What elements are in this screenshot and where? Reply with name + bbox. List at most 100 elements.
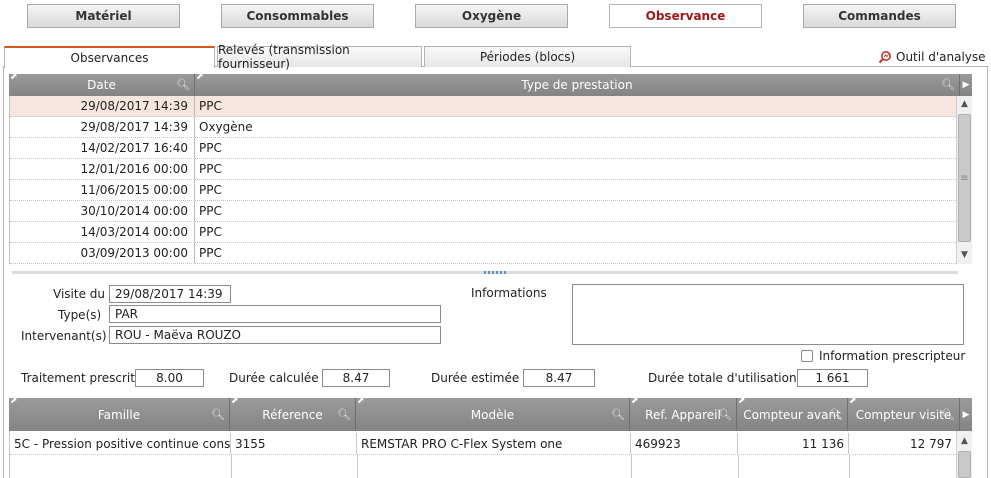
nav-commandes-button[interactable]: Commandes [803,4,956,28]
column-header-type[interactable]: ⬈ Type de prestation 🔍︎ [195,72,960,96]
column-header-reference-label: Réference [262,407,323,422]
column-header-compteur-visite-label: Compteur visite [855,407,952,422]
table-row[interactable]: 14/02/2017 16:40 PPC [10,138,956,159]
cell-famille: 5C - Pression positive continue constant… [10,433,231,454]
magnifier-icon[interactable]: 🔍︎ [718,408,732,421]
outil-analyse-link[interactable]: Outil d'analyse [878,49,986,65]
pin-icon: ⬈ [196,72,204,82]
tab-periodes[interactable]: Périodes (blocs) [424,46,631,67]
traitement-label: Traitement prescrit [21,371,135,385]
nav-materiel-button[interactable]: Matériel [27,4,180,28]
observances-grid-header: ⬈ Date 🔍︎ ⬈ Type de prestation 🔍︎ ▶ [9,72,972,96]
pin-icon: ⬈ [231,396,239,406]
cell-date: 29/08/2017 14:39 [10,117,195,137]
devices-scrollbar[interactable]: ▲ [956,431,972,478]
cell-date: 30/10/2014 00:00 [10,201,195,221]
table-row[interactable]: 14/03/2014 00:00 PPC [10,222,956,243]
duree-totale-field[interactable]: 1 661 [797,369,868,387]
cell-compteur-visite: 12 797 [849,433,957,454]
traitement-field[interactable]: 8.00 [135,369,204,387]
column-header-compteur-visite[interactable]: ⬈ Compteur visite 🔍︎ [848,396,960,431]
cell-type-prestation: PPC [199,246,222,260]
scroll-up-icon[interactable]: ▲ [957,433,972,449]
magnifier-icon[interactable]: 🔍︎ [337,408,351,421]
column-header-date[interactable]: ⬈ Date 🔍︎ [9,72,195,96]
duree-calculee-label: Durée calculée [229,371,319,385]
pin-icon: ⬈ [10,396,18,406]
visite-label: Visite du [53,287,105,301]
table-row[interactable]: 11/06/2015 00:00 PPC [10,180,956,201]
scrollbar-thumb[interactable]: ≡ [958,114,971,242]
info-prescripteur-label: Information prescripteur [819,349,966,363]
observances-scrollbar[interactable]: ▲ ≡ ▼ [956,96,972,264]
types-field[interactable]: PAR [109,305,441,323]
cell-date: 11/06/2015 00:00 [10,180,195,200]
magnifier-icon[interactable]: 🔍︎ [829,408,843,421]
intervenant-label: Intervenant(s) [21,329,107,343]
column-header-modele[interactable]: ⬈ Modèle 🔍︎ [356,396,630,431]
column-divider [231,455,232,478]
column-menu-icon[interactable]: ▶ [960,398,972,431]
column-header-reference[interactable]: ⬈ Réference 🔍︎ [230,396,356,431]
column-header-compteur-avant[interactable]: ⬈ Compteur avant 🔍︎ [737,396,848,431]
pin-icon: ⬈ [357,396,365,406]
visite-date-field[interactable]: 29/08/2017 14:39 [109,285,231,303]
pin-icon: ⬈ [738,396,746,406]
cell-type-prestation: PPC [199,99,222,113]
nav-observance-button[interactable]: Observance [609,4,762,28]
table-row[interactable]: 12/01/2016 00:00 PPC [10,159,956,180]
duree-totale-label: Durée totale d'utilisation [648,371,797,385]
scrollbar-thumb[interactable] [958,451,971,478]
column-header-famille-label: Famille [97,407,141,422]
table-row[interactable]: 5C - Pression positive continue constant… [10,433,957,455]
magnifier-icon[interactable]: 🔍︎ [611,408,625,421]
informations-textarea[interactable] [572,284,964,345]
outil-analyse-label: Outil d'analyse [896,50,986,64]
tab-observances[interactable]: Observances [4,46,215,68]
nav-oxygene-button[interactable]: Oxygène [415,4,568,28]
magnifier-icon[interactable]: 🔍︎ [176,78,190,91]
cell-ref-appareil: 469923 [631,433,738,454]
column-header-ref-appareil-label: Ref. Appareil [645,407,721,422]
cell-type-prestation: PPC [199,162,222,176]
table-row[interactable]: 30/10/2014 00:00 PPC [10,201,956,222]
column-header-date-label: Date [87,78,116,92]
column-divider [631,455,632,478]
pin-icon: ⬈ [10,72,18,82]
table-row[interactable]: 03/09/2013 00:00 PPC [10,243,956,264]
column-menu-icon[interactable]: ▶ [960,74,972,96]
info-prescripteur-checkbox[interactable] [801,350,813,362]
cell-date: 29/08/2017 14:39 [10,96,195,116]
table-row[interactable]: 29/08/2017 14:39 PPC [10,96,956,117]
duree-estimee-field[interactable]: 8.47 [523,369,595,387]
tab-releves[interactable]: Relevés (transmission fournisseur) [217,43,422,71]
devices-grid-body: 5C - Pression positive continue constant… [9,431,957,478]
magnifier-icon[interactable]: 🔍︎ [211,408,225,421]
splitter-handle[interactable] [484,271,506,274]
magnifier-icon[interactable]: 🔍︎ [941,408,955,421]
column-header-modele-label: Modèle [470,407,515,422]
cell-date: 03/09/2013 00:00 [10,243,195,263]
cell-modele: REMSTAR PRO C-Flex System one [357,433,631,454]
informations-label: Informations [471,286,547,300]
table-row[interactable]: 29/08/2017 14:39 Oxygène [10,117,956,138]
cell-type-prestation: PPC [199,141,222,155]
analysis-icon [878,51,891,64]
cell-date: 12/01/2016 00:00 [10,159,195,179]
scroll-down-icon[interactable]: ▼ [957,247,972,263]
column-header-famille[interactable]: ⬈ Famille 🔍︎ [9,396,230,431]
observances-grid-body: 29/08/2017 14:39 PPC 29/08/2017 14:39 Oxygè… [9,96,956,264]
column-header-ref-appareil[interactable]: ⬈ Ref. Appareil 🔍︎ [630,396,737,431]
devices-grid-header: ⬈ Famille 🔍︎ ⬈ Réference 🔍︎ ⬈ Modèle 🔍︎ … [9,396,972,431]
scroll-up-icon[interactable]: ▲ [957,96,972,112]
cell-compteur-avant: 11 136 [738,433,849,454]
nav-consommables-button[interactable]: Consommables [221,4,374,28]
cell-type-prestation: PPC [199,204,222,218]
column-header-type-label: Type de prestation [521,78,633,92]
magnifier-icon[interactable]: 🔍︎ [941,78,955,91]
intervenant-field[interactable]: ROU - Maëva ROUZO [109,326,441,344]
cell-date: 14/02/2017 16:40 [10,138,195,158]
pin-icon: ⬈ [849,396,857,406]
duree-calculee-field[interactable]: 8.47 [322,369,390,387]
types-label: Type(s) [58,308,102,322]
